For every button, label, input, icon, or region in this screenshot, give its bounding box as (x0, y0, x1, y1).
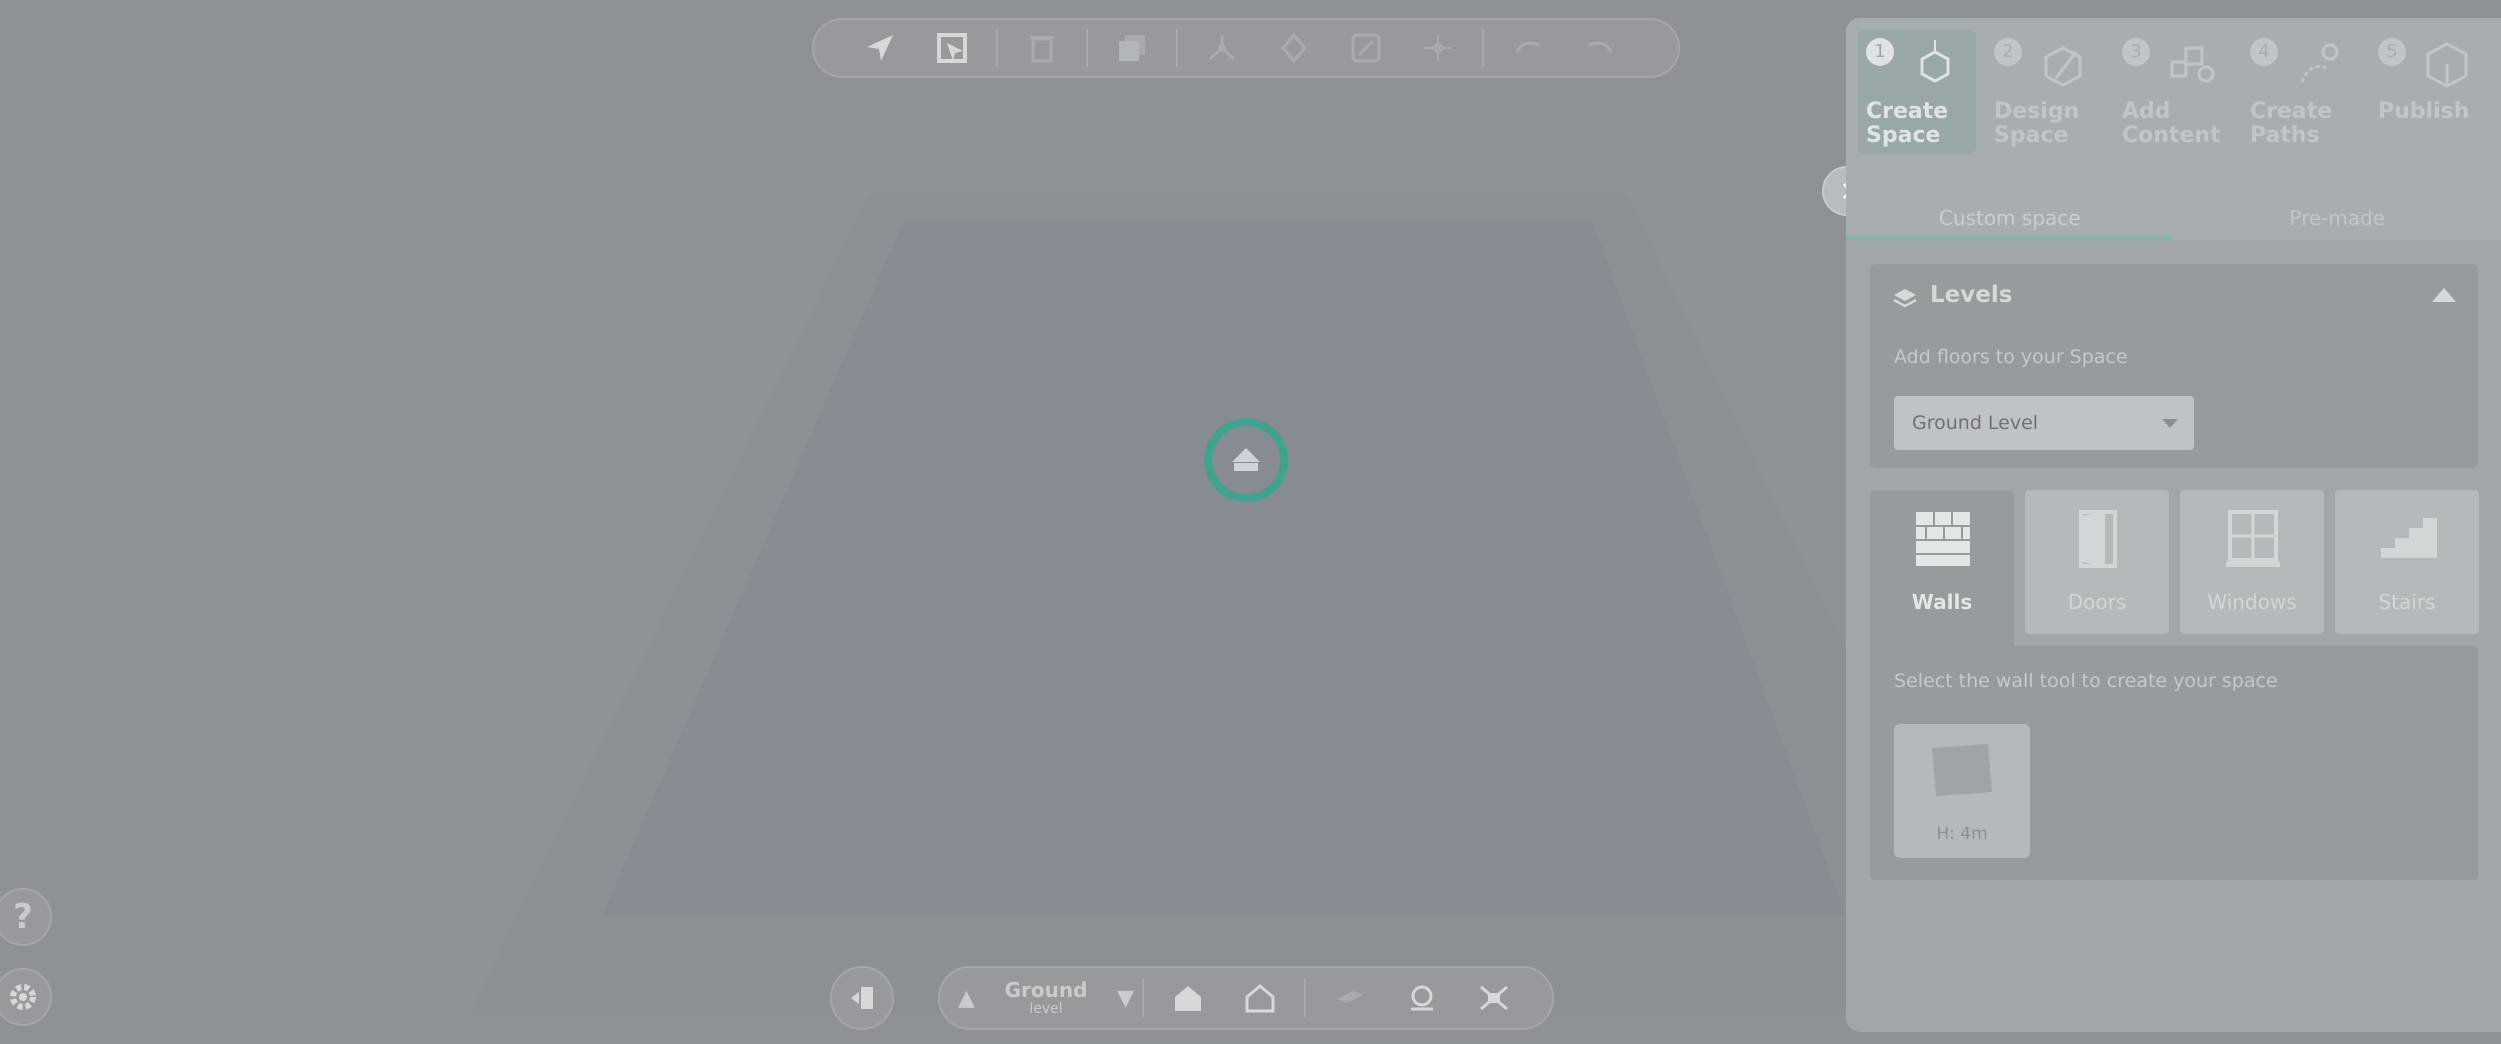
snap-icon (1424, 34, 1452, 62)
walls-tool-panel: Select the wall tool to create your spac… (1870, 646, 2478, 880)
toolbar-divider (1304, 979, 1306, 1017)
levels-subtitle: Add floors to your Space (1894, 346, 2128, 368)
current-level-name: Ground (1004, 978, 1088, 1002)
step-number: 3 (2122, 38, 2150, 66)
brick-wall-icon (1916, 512, 1970, 566)
scale-button[interactable] (1330, 20, 1402, 76)
cube-brush-icon (2044, 46, 2082, 87)
cube-publish-icon (2426, 42, 2468, 88)
stairs-icon (2381, 518, 2437, 558)
step-label: Publish (2378, 99, 2470, 124)
exit-button[interactable] (830, 966, 894, 1030)
step-create-space[interactable]: 1 Create Space (1858, 30, 1976, 154)
scale-icon (1351, 33, 1381, 63)
layer-icon (1337, 991, 1363, 1003)
trash-icon (1030, 36, 1054, 63)
wall-preset-label: H: 4m (1936, 824, 1988, 844)
drone-icon (1480, 985, 1508, 1011)
step-number: 4 (2250, 38, 2278, 66)
workflow-steps: 1 Create Space 2 Design Space 3 Add Content… (1846, 18, 2501, 240)
level-select-value: Ground Level (1912, 412, 2039, 434)
delete-button[interactable] (1006, 20, 1078, 76)
house-icon (1175, 986, 1201, 1011)
path-markers-icon (2300, 43, 2339, 83)
gear-icon (10, 984, 36, 1010)
toolbar-divider (1086, 29, 1088, 67)
rotate-icon (1281, 32, 1307, 64)
current-level-sub: level (1029, 1001, 1063, 1017)
duplicate-button[interactable] (1096, 20, 1168, 76)
tool-windows[interactable]: Windows (2180, 490, 2324, 634)
step-number: 2 (1994, 38, 2022, 66)
top-toolbar (812, 18, 1680, 78)
create-space-panel: 1 Create Space 2 Design Space 3 Add Content… (1846, 18, 2501, 1032)
camera-icon (1411, 985, 1433, 1011)
level-select[interactable]: Ground Level (1894, 396, 2194, 450)
cube-axes-icon (1920, 40, 1950, 83)
tab-custom-space[interactable]: Custom space (1846, 198, 2174, 240)
step-label: Add Content (2122, 99, 2221, 148)
door-icon (2079, 510, 2117, 568)
duplicate-icon (1119, 35, 1145, 61)
build-tools: Walls Doors Windows Stairs (1870, 490, 2479, 650)
toolbar-divider (1482, 29, 1484, 67)
tool-label: Doors (2067, 590, 2127, 614)
levels-title: Levels (1930, 282, 2013, 308)
tool-label: Walls (1911, 590, 1973, 614)
move-nodes-button[interactable] (1186, 20, 1258, 76)
step-label: Create Space (1866, 99, 1949, 148)
tool-doors[interactable]: Doors (2025, 490, 2169, 634)
snap-button[interactable] (1402, 20, 1474, 76)
window-icon (2226, 510, 2280, 567)
wall-panel-icon (1932, 744, 1992, 796)
levels-collapse-toggle[interactable] (2432, 288, 2456, 302)
toolbar-divider (996, 29, 998, 67)
rotate-button[interactable] (1258, 20, 1330, 76)
select-area-icon (937, 33, 967, 63)
toolbar-divider (1176, 29, 1178, 67)
room-icon (1245, 984, 1275, 1013)
tool-label: Windows (2207, 590, 2297, 614)
chevron-down-icon (2162, 419, 2178, 428)
step-create-paths[interactable]: 4 Create Paths (2242, 30, 2360, 154)
select-button[interactable] (844, 20, 916, 76)
tool-walls[interactable]: Walls (1870, 490, 2014, 650)
room-view-button[interactable] (1224, 970, 1296, 1026)
redo-icon (1588, 41, 1613, 54)
wall-preset-4m[interactable]: H: 4m (1894, 724, 2030, 858)
floor-view-button[interactable] (1152, 970, 1224, 1026)
step-number: 1 (1866, 38, 1894, 66)
move-nodes-icon (1208, 35, 1236, 61)
tool-stairs[interactable]: Stairs (2335, 490, 2479, 634)
wall-tool-hint: Select the wall tool to create your spac… (1894, 670, 2278, 692)
bottom-toolbar: ▲ Ground level ▼ (938, 966, 1554, 1030)
space-type-tabs: Custom space Pre-made (1846, 198, 2501, 240)
undo-button[interactable] (1492, 20, 1564, 76)
camera-button[interactable] (1386, 970, 1458, 1026)
level-switcher: ▲ Ground level ▼ (958, 980, 1134, 1016)
current-level: Ground level (1005, 980, 1088, 1016)
undo-icon (1515, 41, 1540, 54)
levels-card: Levels Add floors to your Space Ground L… (1870, 264, 2478, 468)
step-design-space[interactable]: 2 Design Space (1986, 30, 2104, 154)
cubes-add-icon (2170, 46, 2215, 83)
step-label: Create Paths (2250, 99, 2333, 148)
drone-button[interactable] (1458, 970, 1530, 1026)
level-down-button[interactable]: ▼ (1117, 986, 1134, 1011)
help-label: ? (13, 897, 33, 937)
exit-door-icon (851, 987, 873, 1009)
layer-button[interactable] (1314, 970, 1386, 1026)
step-add-content[interactable]: 3 Add Content (2114, 30, 2232, 154)
step-publish[interactable]: 5 Publish (2370, 30, 2488, 154)
select-area-button[interactable] (916, 20, 988, 76)
tool-label: Stairs (2378, 590, 2436, 614)
layers-icon (1893, 289, 1917, 308)
step-label: Design Space (1994, 99, 2080, 148)
redo-button[interactable] (1564, 20, 1636, 76)
select-arrow-icon (867, 35, 893, 61)
tab-pre-made[interactable]: Pre-made (2174, 198, 2501, 240)
level-up-button[interactable]: ▲ (958, 986, 975, 1011)
step-number: 5 (2378, 38, 2406, 66)
toolbar-divider (1142, 979, 1144, 1017)
